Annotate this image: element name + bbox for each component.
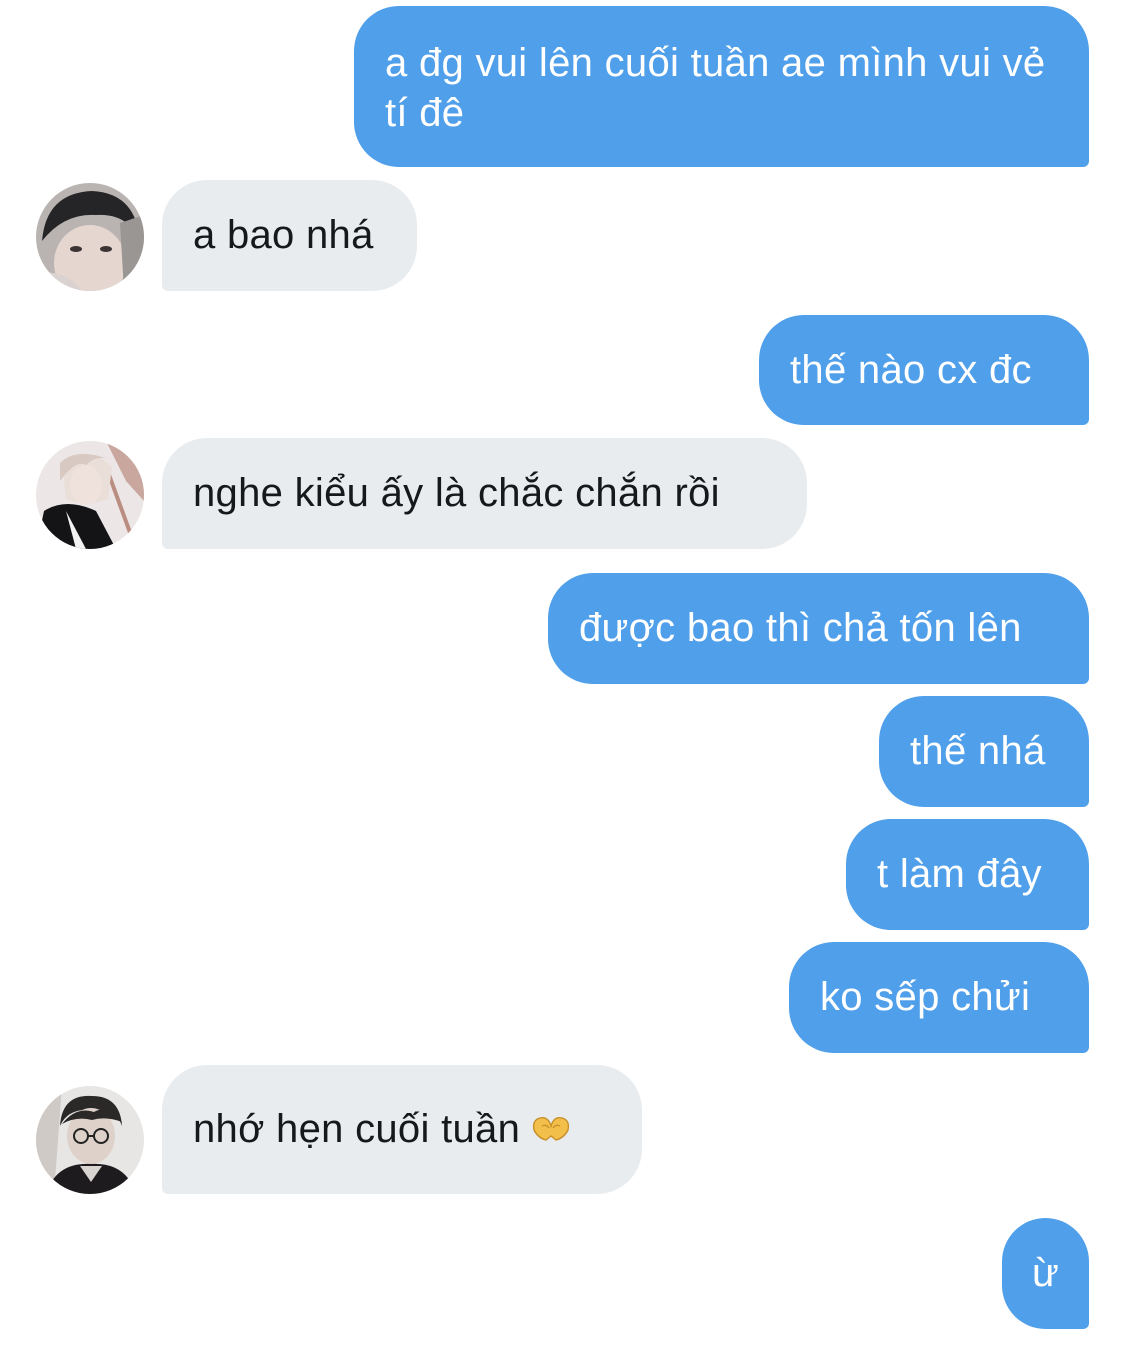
sent-message-bubble[interactable]: a đg vui lên cuối tuần ae mình vui vẻ tí…: [354, 6, 1089, 167]
message-text: nhớ hẹn cuối tuần: [193, 1107, 521, 1151]
received-message-bubble[interactable]: a bao nhá: [162, 180, 417, 291]
contact-avatar[interactable]: [36, 1086, 144, 1194]
contact-avatar[interactable]: [36, 441, 144, 549]
received-message-bubble[interactable]: nhớ hẹn cuối tuần: [162, 1065, 642, 1194]
message-text: a bao nhá: [193, 213, 374, 257]
sent-message-bubble[interactable]: ko sếp chửi: [789, 942, 1089, 1053]
message-text: được bao thì chả tốn lên: [579, 606, 1022, 650]
sent-message-bubble[interactable]: thế nhá: [879, 696, 1089, 807]
profile-photo-icon: [36, 1086, 144, 1194]
message-text: t làm đây: [877, 852, 1042, 896]
message-text: thế nhá: [910, 729, 1046, 773]
message-text: ừ: [1032, 1251, 1060, 1295]
message-text: thế nào cx đc: [790, 348, 1032, 392]
message-thread: a đg vui lên cuối tuần ae mình vui vẻ tí…: [0, 0, 1125, 1355]
sent-message-bubble[interactable]: t làm đây: [846, 819, 1089, 930]
message-text: nghe kiểu ấy là chắc chắn rồi: [193, 471, 720, 515]
profile-photo-icon: [36, 183, 144, 291]
message-text: ko sếp chửi: [820, 975, 1031, 1019]
sent-message-bubble[interactable]: được bao thì chả tốn lên: [548, 573, 1089, 684]
contact-avatar[interactable]: [36, 183, 144, 291]
heart-hands-emoji: [530, 1106, 572, 1156]
received-message-bubble[interactable]: nghe kiểu ấy là chắc chắn rồi: [162, 438, 807, 549]
sent-message-bubble[interactable]: thế nào cx đc: [759, 315, 1089, 425]
sent-message-bubble[interactable]: ừ: [1002, 1218, 1089, 1329]
profile-photo-icon: [36, 441, 144, 549]
message-text: a đg vui lên cuối tuần ae mình vui vẻ tí…: [385, 41, 1046, 135]
